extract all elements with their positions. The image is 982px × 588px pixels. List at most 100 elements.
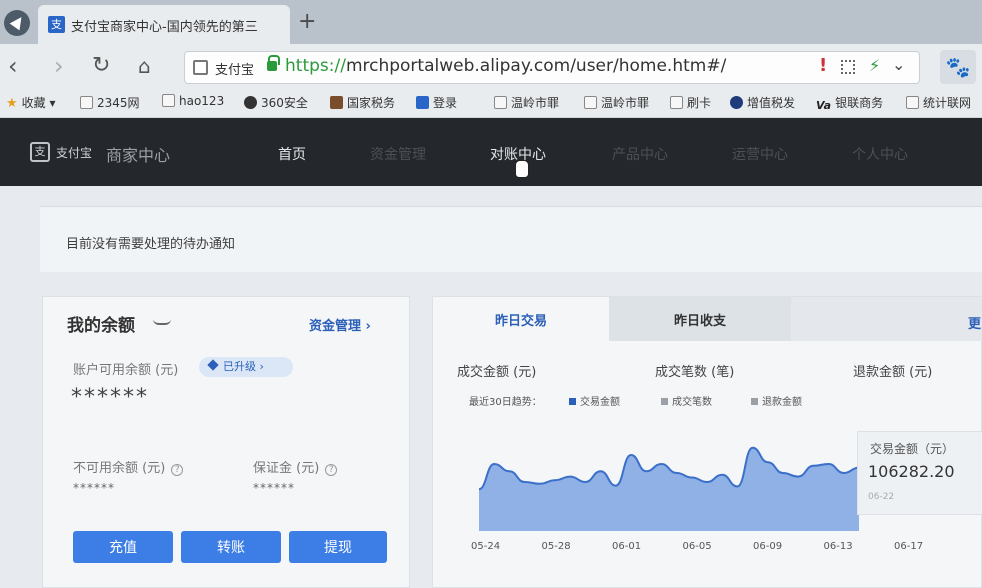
transfer-button[interactable]: 转账	[181, 531, 281, 563]
address-bar[interactable]: 支付宝 https://mrchportalweb.alipay.com/use…	[184, 51, 920, 84]
trend-label: 最近30日趋势：	[469, 397, 542, 408]
help-icon[interactable]: ?	[325, 464, 338, 476]
extension-paw-icon[interactable]: 🐾	[940, 50, 976, 84]
balance-title: 我的余额	[67, 316, 135, 336]
available-balance-value: ******	[71, 385, 149, 410]
metric-count[interactable]: 成交笔数 (笔)	[655, 361, 734, 380]
page-icon	[670, 96, 683, 109]
x-tick-label: 06-17	[894, 541, 924, 552]
metric-refund[interactable]: 退款金额 (元)	[853, 361, 932, 380]
diamond-icon	[207, 359, 219, 371]
nav-home[interactable]: 首页	[278, 144, 306, 164]
legend-amount[interactable]: 交易金额	[569, 393, 620, 408]
forward-icon[interactable]: ›	[54, 52, 64, 80]
eye-closed-icon[interactable]	[153, 319, 171, 325]
browser-tab[interactable]: 支 支付宝商家中心-国内领先的第三	[38, 5, 290, 44]
back-icon[interactable]: ‹	[8, 52, 18, 80]
x-tick-label: 06-13	[823, 541, 853, 552]
deposit-value: ******	[253, 481, 295, 495]
bookmark-360[interactable]: 360安全	[244, 94, 308, 111]
bookmark-wenling-2[interactable]: 温岭市罪	[584, 94, 649, 111]
page-icon	[162, 94, 175, 107]
tab-yesterday-transactions[interactable]: 昨日交易	[433, 297, 609, 341]
new-tab-button[interactable]: +	[298, 9, 316, 34]
x-tick-label: 06-05	[682, 541, 712, 552]
recharge-button[interactable]: 充值	[73, 531, 173, 563]
x-tick-label: 06-01	[612, 541, 642, 552]
url-text[interactable]: https://mrchportalweb.alipay.com/user/ho…	[285, 56, 726, 76]
browser-toolbar: ‹ › ↻ ⌂ 支付宝 https://mrchportalweb.alipay…	[0, 44, 982, 90]
tab-more-label: 更	[967, 317, 981, 332]
todo-notice: 目前没有需要处理的待办通知	[40, 206, 982, 272]
tab-title: 支付宝商家中心-国内领先的第三	[71, 20, 258, 35]
page-icon	[584, 96, 597, 109]
bookmark-card[interactable]: 刷卡	[670, 94, 711, 111]
nav-products[interactable]: 产品中心	[612, 144, 668, 164]
lightning-icon[interactable]: ⚡	[869, 56, 880, 75]
metric-amount[interactable]: 成交金额 (元)	[457, 361, 536, 380]
bookmark-login[interactable]: 登录	[416, 94, 457, 111]
bookmarks-bar: ★ 收藏 ▾ 2345网 hao123 360安全 国家税务 登录 温岭市罪 温岭…	[0, 90, 982, 118]
help-icon[interactable]: ?	[171, 464, 184, 476]
bookmark-hao123[interactable]: hao123	[162, 94, 224, 108]
tab-more[interactable]: 更	[791, 297, 982, 341]
nav-personal[interactable]: 个人中心	[852, 144, 908, 164]
trend-chart[interactable]	[479, 431, 859, 531]
browser-logo-icon[interactable]	[4, 10, 30, 36]
legend-swatch	[661, 398, 668, 405]
warning-icon[interactable]: !	[819, 55, 827, 76]
bookmark-wenling-1[interactable]: 温岭市罪	[494, 94, 559, 111]
bookmark-unionpay[interactable]: Va 银联商务	[816, 94, 883, 112]
bookmark-2345[interactable]: 2345网	[80, 94, 140, 111]
fund-management-link[interactable]: 资金管理 ›	[309, 315, 371, 334]
alipay-icon	[416, 96, 429, 109]
legend-refund[interactable]: 退款金额	[751, 393, 802, 408]
transactions-card: 昨日交易 昨日收支 更 成交金额 (元) 成交笔数 (笔) 退款金额 (元) 最…	[432, 296, 982, 588]
2345-icon	[80, 96, 93, 109]
site-header: 支 支付宝 商家中心 首页 资金管理 对账中心 产品中心 运营中心 个人中心	[0, 118, 982, 186]
chevron-down-icon[interactable]: ⌄	[892, 55, 905, 74]
logo-text[interactable]: 支付宝	[56, 144, 92, 161]
notice-text: 目前没有需要处理的待办通知	[66, 237, 236, 252]
tax-icon	[330, 96, 343, 109]
unavailable-balance-value: ******	[73, 481, 115, 495]
unionpay-icon: Va	[816, 99, 832, 112]
bookmark-favorites[interactable]: ★ 收藏 ▾	[6, 94, 56, 111]
lock-icon	[267, 55, 280, 71]
browser-tab-bar: 支 支付宝商家中心-国内领先的第三 +	[0, 0, 982, 44]
home-icon[interactable]: ⌂	[138, 52, 151, 80]
page-icon	[906, 96, 919, 109]
withdraw-button[interactable]: 提现	[289, 531, 387, 563]
hand-cursor-icon	[515, 160, 529, 178]
x-tick-label: 05-28	[541, 541, 571, 552]
x-tick-label: 06-09	[753, 541, 783, 552]
available-balance-label: 账户可用余额 (元)	[73, 363, 179, 378]
tooltip-value: 106282.20	[868, 462, 955, 481]
chart-tooltip: 交易金额（元） 106282.20 06-22	[857, 431, 982, 515]
upgraded-badge[interactable]: 已升级 ›	[199, 357, 293, 377]
alipay-logo-icon[interactable]: 支	[30, 142, 50, 162]
reload-icon[interactable]: ↻	[92, 52, 110, 80]
legend-count[interactable]: 成交笔数	[661, 393, 712, 408]
nav-operations[interactable]: 运营中心	[732, 144, 788, 164]
legend-swatch	[751, 398, 758, 405]
vat-icon	[730, 96, 743, 109]
legend-swatch	[569, 398, 576, 405]
trend-area	[479, 447, 859, 531]
bookmark-vat[interactable]: 增值税发	[730, 94, 795, 111]
star-icon: ★	[6, 96, 18, 111]
deposit-label: 保证金 (元)?	[253, 457, 338, 476]
qr-code-icon[interactable]	[841, 60, 855, 74]
site-name: 支付宝	[215, 63, 255, 78]
balance-card: 我的余额 资金管理 › 账户可用余额 (元) 已升级 › ****** 不可用余…	[42, 296, 410, 588]
tooltip-label: 交易金额（元）	[870, 442, 955, 456]
site-identity-icon	[193, 60, 208, 75]
x-tick-label: 05-24	[471, 541, 501, 552]
page-icon	[494, 96, 507, 109]
nav-fund-management[interactable]: 资金管理	[370, 144, 426, 164]
bookmark-tax[interactable]: 国家税务	[330, 94, 395, 111]
bookmark-stats[interactable]: 统计联网	[906, 94, 971, 111]
alipay-favicon-icon: 支	[48, 16, 65, 33]
tooltip-date: 06-22	[868, 492, 895, 502]
tab-yesterday-income[interactable]: 昨日收支	[609, 297, 791, 341]
